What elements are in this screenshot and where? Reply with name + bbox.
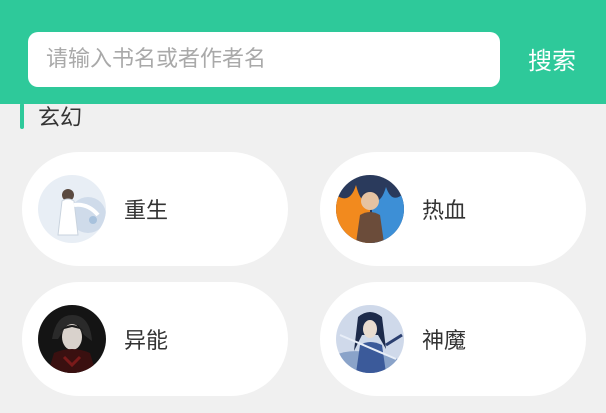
section-header: 玄幻: [20, 102, 83, 131]
fire-warrior-avatar: [336, 175, 404, 243]
category-label: 神魔: [422, 329, 467, 354]
section-accent-bar: [20, 103, 24, 129]
category-card-rebirth[interactable]: 重生: [22, 152, 288, 266]
search-box[interactable]: [28, 32, 500, 87]
category-card-passion[interactable]: 热血: [320, 152, 586, 266]
blue-swordsman-avatar: [336, 305, 404, 373]
category-card-superpower[interactable]: 异能: [22, 282, 288, 396]
category-label: 热血: [422, 199, 467, 224]
search-input[interactable]: [46, 32, 500, 87]
section-title: 玄幻: [38, 106, 83, 131]
category-label: 重生: [124, 199, 169, 224]
dark-character-avatar: [38, 305, 106, 373]
search-button[interactable]: 搜索: [516, 38, 588, 78]
category-label: 异能: [124, 329, 169, 354]
top-search-bar: 搜索: [0, 0, 606, 104]
category-card-gods-demons[interactable]: 神魔: [320, 282, 586, 396]
white-robed-figure-avatar: [38, 175, 106, 243]
